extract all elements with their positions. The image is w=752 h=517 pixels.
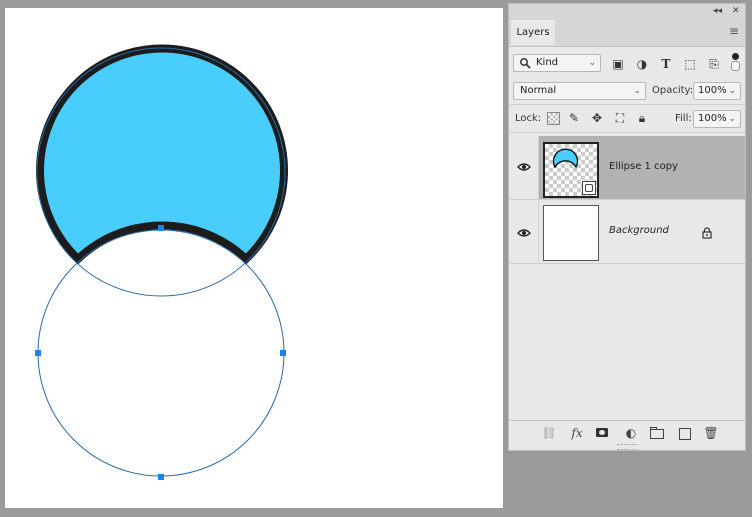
- delete-icon[interactable]: 🗑︎: [703, 425, 719, 441]
- divider: [509, 132, 745, 133]
- layer-thumbnail: [543, 205, 599, 261]
- anchor-point-right[interactable]: [280, 350, 286, 356]
- chevron-down-icon: ⌄: [728, 86, 736, 96]
- layers-panel: ◂◂ ✕ Layers ≡ Kind ⌄ ▣ ◑ T ⬚ ⎘ Normal ⌄ …: [508, 3, 746, 451]
- layer-row-background[interactable]: Background: [509, 200, 745, 264]
- eye-icon[interactable]: [517, 228, 531, 238]
- eye-icon[interactable]: [517, 162, 531, 172]
- lock-icon: [702, 227, 712, 239]
- search-icon: [520, 58, 531, 69]
- canvas-area[interactable]: [0, 0, 506, 517]
- chevron-down-icon: ⌄: [588, 58, 596, 68]
- layer-row-ellipse-1-copy[interactable]: Ellipse 1 copy: [509, 136, 745, 200]
- lock-label: Lock:: [515, 113, 542, 124]
- image-filter-icon[interactable]: ▣: [611, 57, 625, 71]
- add-mask-icon[interactable]: [595, 425, 611, 441]
- visibility-cell: [509, 200, 539, 263]
- lock-image-pixels-icon[interactable]: ✎: [567, 111, 581, 125]
- layer-name[interactable]: Ellipse 1 copy: [609, 161, 678, 173]
- resize-grip[interactable]: [617, 444, 637, 450]
- fill-value: 100%: [698, 113, 727, 124]
- anchor-point-bottom[interactable]: [158, 474, 164, 480]
- chevron-down-icon: ⌄: [633, 86, 641, 96]
- shape-filter-icon[interactable]: ⬚: [683, 57, 697, 71]
- visibility-cell: [509, 136, 539, 199]
- shape-layer-badge-icon: [582, 181, 596, 195]
- adjustment-layer-icon[interactable]: ◐: [623, 425, 639, 441]
- opacity-value: 100%: [698, 85, 727, 96]
- collapse-icon[interactable]: ◂◂: [713, 5, 722, 17]
- close-icon[interactable]: ✕: [732, 5, 740, 17]
- lower-ellipse-path[interactable]: [37, 229, 285, 477]
- artwork: [35, 44, 288, 480]
- fill-label: Fill:: [675, 113, 692, 124]
- lock-position-icon[interactable]: ✥: [590, 111, 604, 125]
- adjustment-filter-icon[interactable]: ◑: [635, 57, 649, 71]
- link-layers-icon[interactable]: ⛓: [541, 425, 557, 441]
- layer-thumbnail: [543, 142, 599, 198]
- filter-toggle[interactable]: [731, 52, 740, 71]
- opacity-field[interactable]: 100% ⌄: [693, 82, 741, 100]
- kind-filter-select[interactable]: Kind ⌄: [513, 54, 601, 72]
- divider: [509, 104, 745, 105]
- new-group-icon[interactable]: [649, 425, 665, 441]
- lock-all-icon[interactable]: 🔒︎: [635, 111, 649, 125]
- type-filter-icon[interactable]: T: [659, 57, 673, 71]
- layers-list: Ellipse 1 copy Background: [509, 136, 745, 420]
- blend-mode-select[interactable]: Normal ⌄: [513, 82, 646, 100]
- lock-artboard-icon[interactable]: ⛶: [613, 111, 627, 125]
- fx-icon[interactable]: fx: [569, 425, 585, 441]
- layer-name[interactable]: Background: [609, 225, 669, 237]
- new-layer-icon[interactable]: [677, 425, 693, 441]
- lock-transparent-pixels-icon[interactable]: [547, 112, 560, 125]
- panel-header: ◂◂ ✕: [509, 4, 745, 18]
- tab-layers[interactable]: Layers: [511, 20, 555, 45]
- chevron-down-icon: ⌄: [728, 114, 736, 124]
- smart-object-filter-icon[interactable]: ⎘: [707, 57, 721, 71]
- opacity-label: Opacity:: [652, 85, 694, 96]
- anchor-point-top[interactable]: [158, 225, 164, 231]
- panel-menu-icon[interactable]: ≡: [729, 25, 739, 37]
- layers-bottom-bar: ⛓ fx ◐ 🗑︎: [509, 420, 745, 445]
- blend-mode-value: Normal: [520, 85, 557, 96]
- document-canvas[interactable]: [5, 8, 503, 508]
- panel-tab-bar: Layers ≡: [509, 18, 745, 47]
- anchor-point-left[interactable]: [35, 350, 41, 356]
- kind-filter-label: Kind: [536, 57, 559, 68]
- fill-field[interactable]: 100% ⌄: [693, 110, 741, 128]
